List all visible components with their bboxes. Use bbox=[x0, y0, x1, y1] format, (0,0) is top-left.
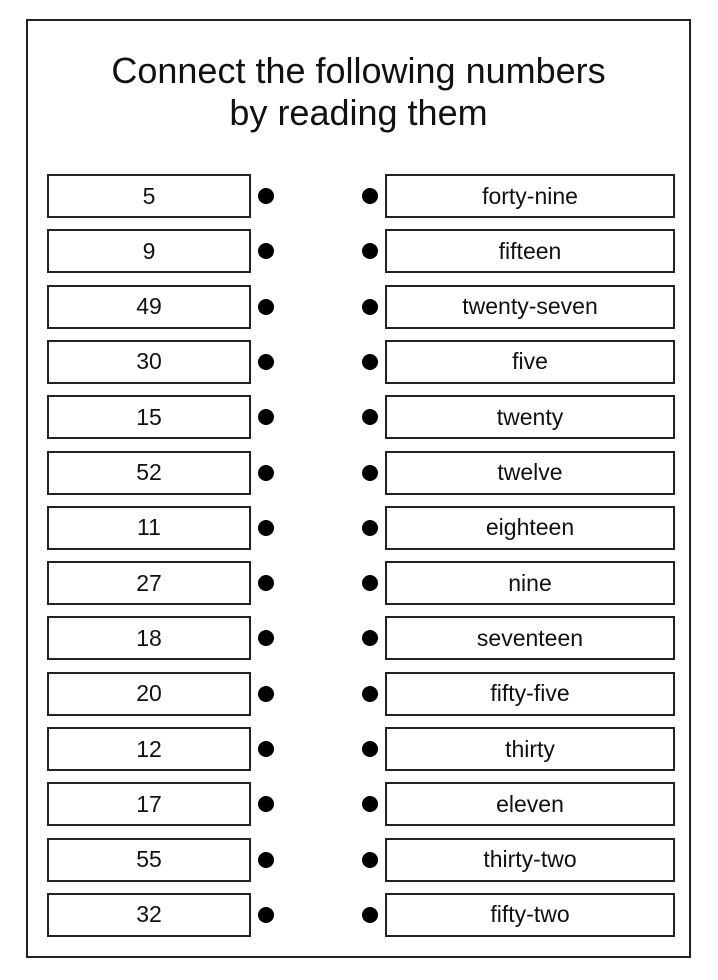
word-box: fifty-two bbox=[385, 892, 675, 937]
word-box: five bbox=[385, 339, 675, 384]
number-connect-dot[interactable] bbox=[258, 464, 274, 481]
number-connect-dot[interactable] bbox=[258, 796, 274, 813]
number-box: 17 bbox=[47, 782, 251, 827]
matching-row: 32 fifty-two bbox=[0, 892, 718, 937]
matching-row: 9 fifteen bbox=[0, 229, 718, 274]
number-connect-dot[interactable] bbox=[258, 298, 274, 315]
word-connect-dot[interactable] bbox=[362, 630, 378, 647]
number-box: 27 bbox=[47, 561, 251, 606]
matching-row: 52 twelve bbox=[0, 450, 718, 495]
number-connect-dot[interactable] bbox=[258, 575, 274, 592]
number-connect-dot[interactable] bbox=[258, 685, 274, 702]
number-box: 9 bbox=[47, 229, 251, 274]
number-connect-dot[interactable] bbox=[258, 519, 274, 536]
number-box: 32 bbox=[47, 892, 251, 937]
matching-row: 17 eleven bbox=[0, 782, 718, 827]
number-box: 12 bbox=[47, 727, 251, 771]
word-box: twelve bbox=[385, 450, 675, 495]
number-box: 5 bbox=[47, 174, 251, 218]
title-line-2: by reading them bbox=[229, 92, 488, 133]
number-box: 18 bbox=[47, 616, 251, 661]
number-box: 49 bbox=[47, 284, 251, 329]
word-connect-dot[interactable] bbox=[362, 519, 378, 536]
matching-row: 18 seventeen bbox=[0, 616, 718, 661]
number-box: 15 bbox=[47, 395, 251, 440]
title-line-1: Connect the following numbers bbox=[111, 50, 606, 91]
word-connect-dot[interactable] bbox=[362, 741, 378, 757]
word-connect-dot[interactable] bbox=[362, 851, 378, 868]
matching-row: 55 thirty-two bbox=[0, 837, 718, 882]
number-box: 52 bbox=[47, 450, 251, 495]
word-box: thirty bbox=[385, 727, 675, 771]
word-connect-dot[interactable] bbox=[362, 575, 378, 592]
word-connect-dot[interactable] bbox=[362, 409, 378, 426]
matching-row: 11 eighteen bbox=[0, 505, 718, 550]
number-connect-dot[interactable] bbox=[258, 741, 274, 757]
number-box: 20 bbox=[47, 671, 251, 716]
number-box: 11 bbox=[47, 505, 251, 550]
word-box: eleven bbox=[385, 782, 675, 827]
word-connect-dot[interactable] bbox=[362, 796, 378, 813]
word-connect-dot[interactable] bbox=[362, 906, 378, 923]
word-connect-dot[interactable] bbox=[362, 243, 378, 260]
word-box: twenty-seven bbox=[385, 284, 675, 329]
word-connect-dot[interactable] bbox=[362, 298, 378, 315]
word-box: twenty bbox=[385, 395, 675, 440]
matching-row: 20 fifty-five bbox=[0, 671, 718, 716]
matching-row: 5 forty-nine bbox=[0, 174, 718, 218]
word-box: nine bbox=[385, 561, 675, 606]
word-connect-dot[interactable] bbox=[362, 464, 378, 481]
matching-row: 15 twenty bbox=[0, 395, 718, 440]
word-box: eighteen bbox=[385, 505, 675, 550]
word-box: seventeen bbox=[385, 616, 675, 661]
number-connect-dot[interactable] bbox=[258, 906, 274, 923]
number-connect-dot[interactable] bbox=[258, 243, 274, 260]
number-box: 55 bbox=[47, 837, 251, 882]
number-connect-dot[interactable] bbox=[258, 630, 274, 647]
number-connect-dot[interactable] bbox=[258, 188, 274, 204]
matching-row: 27 nine bbox=[0, 561, 718, 606]
matching-row: 49 twenty-seven bbox=[0, 284, 718, 329]
word-connect-dot[interactable] bbox=[362, 685, 378, 702]
word-box: fifteen bbox=[385, 229, 675, 274]
worksheet-title: Connect the following numbers by reading… bbox=[26, 50, 691, 134]
number-connect-dot[interactable] bbox=[258, 409, 274, 426]
word-box: forty-nine bbox=[385, 174, 675, 218]
number-connect-dot[interactable] bbox=[258, 353, 274, 370]
number-connect-dot[interactable] bbox=[258, 851, 274, 868]
matching-row: 12 thirty bbox=[0, 727, 718, 771]
word-box: thirty-two bbox=[385, 837, 675, 882]
word-box: fifty-five bbox=[385, 671, 675, 716]
word-connect-dot[interactable] bbox=[362, 188, 378, 204]
word-connect-dot[interactable] bbox=[362, 353, 378, 370]
matching-row: 30 five bbox=[0, 339, 718, 384]
number-box: 30 bbox=[47, 339, 251, 384]
